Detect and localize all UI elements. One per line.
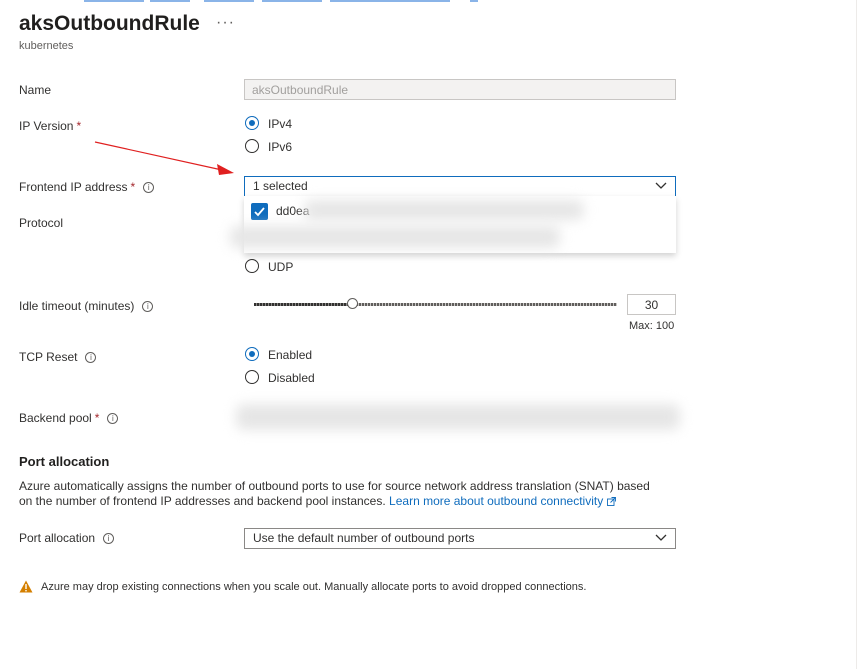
chevron-down-icon — [655, 534, 667, 541]
tcp-reset-label: TCP Reset i — [19, 350, 97, 364]
page-subtitle: kubernetes — [19, 40, 74, 52]
tcp-reset-disabled-label: Disabled — [268, 371, 315, 385]
external-link-icon — [607, 497, 617, 506]
redacted-region — [230, 226, 560, 248]
frontend-ip-value: 1 selected — [253, 179, 308, 193]
ipv6-radio[interactable] — [245, 139, 259, 153]
redacted-region — [304, 200, 584, 220]
port-allocation-description: Azure automatically assigns the number o… — [19, 479, 650, 508]
checkmark-icon — [254, 207, 265, 217]
warning-icon — [19, 580, 33, 593]
tcp-reset-disabled-radio[interactable] — [245, 370, 259, 384]
backend-pool-label: Backend pool * i — [19, 411, 119, 425]
backend-pool-select-redacted[interactable] — [236, 404, 680, 430]
ipv4-label: IPv4 — [268, 117, 293, 131]
info-icon[interactable]: i — [85, 352, 97, 363]
idle-timeout-max: Max: 100 — [629, 320, 675, 332]
udp-radio[interactable] — [245, 259, 259, 273]
idle-timeout-input[interactable]: 30 — [627, 294, 676, 315]
idle-timeout-slider-track[interactable] — [254, 303, 617, 306]
name-label: Name — [19, 83, 52, 97]
idle-timeout-slider-fill — [254, 303, 352, 306]
annotation-arrow — [94, 141, 234, 175]
tcp-reset-enabled-radio[interactable] — [245, 347, 259, 361]
protocol-label: Protocol — [19, 216, 64, 230]
warning-message: Azure may drop existing connections when… — [41, 581, 587, 593]
port-allocation-label: Port allocation i — [19, 531, 115, 545]
name-input[interactable]: aksOutboundRule — [244, 79, 676, 100]
ip-version-label: IP Version * — [19, 119, 82, 133]
idle-timeout-slider-thumb[interactable] — [347, 298, 358, 309]
checkbox-checked[interactable] — [251, 203, 268, 220]
more-options-button[interactable]: ··· — [216, 14, 235, 32]
tcp-reset-enabled-label: Enabled — [268, 348, 313, 362]
ipv4-radio[interactable] — [245, 116, 259, 130]
info-icon[interactable]: i — [143, 182, 155, 193]
idle-timeout-label: Idle timeout (minutes) i — [19, 299, 154, 313]
breadcrumb-strip — [0, 0, 857, 4]
udp-label: UDP — [268, 260, 294, 274]
page-title: aksOutboundRule — [19, 12, 200, 35]
frontend-ip-label: Frontend IP address * i — [19, 180, 155, 194]
info-icon[interactable]: i — [107, 413, 119, 424]
frontend-ip-select[interactable]: 1 selected — [244, 176, 676, 197]
ipv6-label: IPv6 — [268, 140, 293, 154]
chevron-down-icon — [655, 182, 667, 189]
info-icon[interactable]: i — [103, 533, 115, 544]
learn-more-link[interactable]: Learn more about outbound connectivity — [389, 494, 617, 508]
port-allocation-select[interactable]: Use the default number of outbound ports — [244, 528, 676, 549]
info-icon[interactable]: i — [142, 301, 154, 312]
port-allocation-heading: Port allocation — [19, 454, 110, 469]
port-allocation-value: Use the default number of outbound ports — [253, 531, 475, 545]
